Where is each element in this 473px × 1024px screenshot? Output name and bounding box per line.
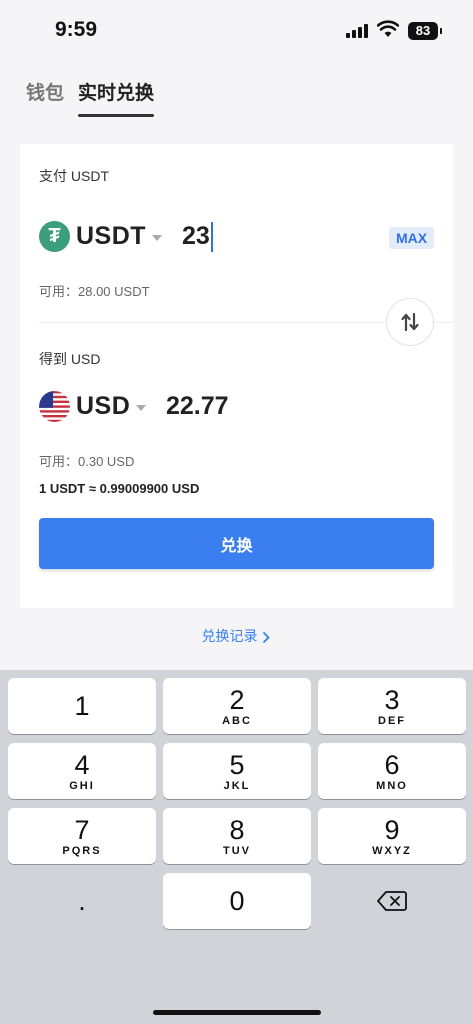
chevron-down-icon (136, 405, 147, 411)
key-9[interactable]: 9 WXYZ (318, 808, 466, 864)
tether-icon: ₮ (39, 221, 70, 252)
key-8[interactable]: 8 TUV (163, 808, 311, 864)
pay-token-selector[interactable]: ₮ USDT (39, 221, 163, 252)
exchange-rate: 1 USDT ≈ 0.99009900 USD (39, 481, 200, 496)
key-number: 2 (229, 684, 245, 715)
key-number: 1 (74, 691, 90, 721)
key-number: . (78, 886, 86, 916)
key-number: 6 (384, 749, 400, 780)
history-link-label: 兑换记录 (201, 628, 258, 644)
key-decimal[interactable]: . (8, 873, 156, 929)
key-letters: GHI (69, 779, 95, 792)
key-letters: WXYZ (372, 844, 412, 857)
key-letters: ABC (222, 714, 252, 727)
key-1[interactable]: 1 (8, 678, 156, 734)
numeric-keypad: 1 2 ABC 3 DEF 4 GHI 5 JKL 6 MNO 7 PQRS 8 TUV 9W… (0, 670, 473, 1024)
key-7[interactable]: 7 PQRS (8, 808, 156, 864)
pay-available: 可用：28.00 USDT (39, 284, 150, 299)
cellular-signal-icon (346, 24, 368, 38)
exchange-card: 支付 USDT ₮ USDT 23 MAX 可用：28.00 USDT 得到 U… (20, 144, 453, 608)
receive-label: 得到 USD (39, 351, 101, 367)
key-letters: PQRS (62, 844, 102, 857)
key-letters: DEF (378, 714, 406, 727)
chevron-right-icon (263, 631, 271, 643)
receive-amount: 22.77 (166, 392, 229, 420)
battery-icon: 83 (408, 22, 442, 40)
max-button[interactable]: MAX (389, 227, 434, 249)
exchange-history-link[interactable]: 兑换记录 (0, 626, 473, 646)
key-0[interactable]: 0 (163, 873, 311, 929)
top-tabs: 钱包 实时兑换 (26, 78, 155, 117)
key-3[interactable]: 3 DEF (318, 678, 466, 734)
key-6[interactable]: 6 MNO (318, 743, 466, 799)
backspace-icon (377, 891, 407, 911)
key-letters: JKL (223, 779, 251, 792)
key-number: 5 (229, 749, 245, 780)
key-number: 7 (74, 814, 90, 845)
us-flag-icon (39, 391, 70, 422)
key-number: 9 (384, 814, 400, 845)
tab-realtime-exchange[interactable]: 实时兑换 (78, 78, 155, 117)
backspace-key[interactable] (318, 873, 466, 929)
status-bar: 9:59 83 (0, 0, 473, 60)
pay-label: 支付 USDT (39, 168, 109, 184)
key-2[interactable]: 2 ABC (163, 678, 311, 734)
key-number: 8 (229, 814, 245, 845)
status-time: 9:59 (55, 18, 98, 41)
receive-token-name: USD (76, 392, 131, 420)
key-letters: TUV (223, 844, 251, 857)
key-number: 4 (74, 749, 90, 780)
key-letters: MNO (376, 779, 408, 792)
swap-direction-button[interactable] (386, 298, 434, 346)
pay-token-name: USDT (76, 222, 147, 250)
key-4[interactable]: 4 GHI (8, 743, 156, 799)
key-5[interactable]: 5 JKL (163, 743, 311, 799)
swap-arrows-icon (401, 312, 419, 332)
tab-wallet[interactable]: 钱包 (26, 78, 64, 105)
key-number: 0 (229, 886, 245, 916)
receive-token-selector[interactable]: USD (39, 391, 147, 422)
wifi-icon (377, 20, 399, 37)
receive-available: 可用：0.30 USD (39, 454, 135, 469)
key-number: 3 (384, 684, 400, 715)
text-cursor (210, 222, 213, 253)
chevron-down-icon (152, 235, 163, 241)
exchange-button[interactable]: 兑换 (39, 518, 434, 569)
home-indicator[interactable] (153, 1010, 321, 1015)
pay-amount-input[interactable]: 23 (182, 222, 213, 253)
